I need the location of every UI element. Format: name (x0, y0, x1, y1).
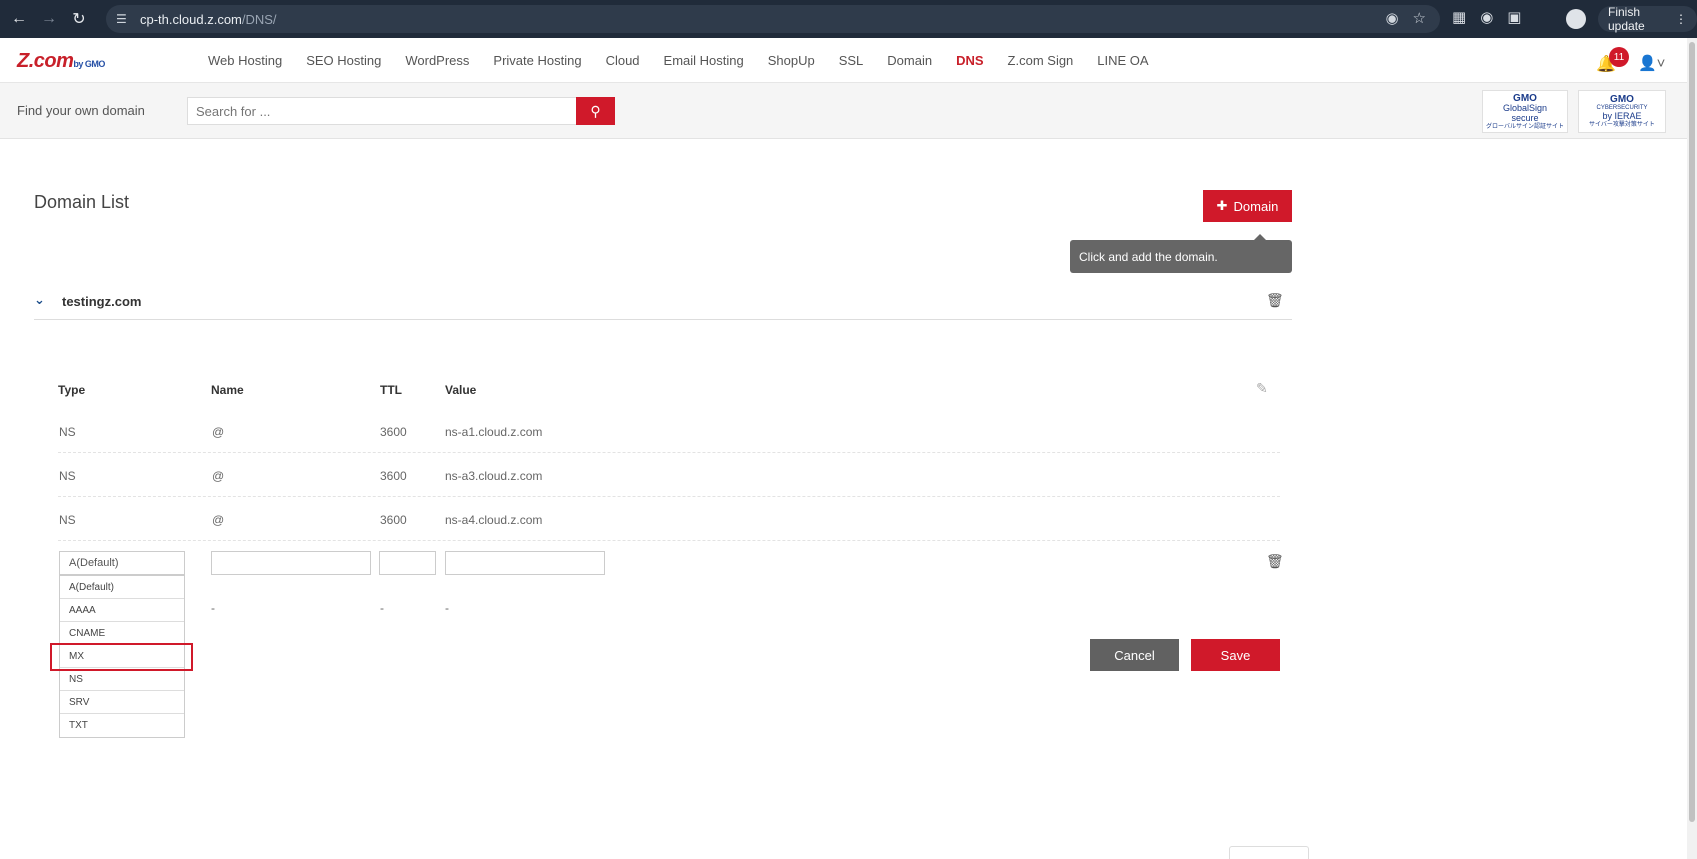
translate-icon[interactable]: ▦ (1452, 8, 1466, 26)
star-icon[interactable]: ☆ (1413, 9, 1426, 27)
col-name-header: Name (211, 383, 244, 397)
row-divider (58, 452, 1280, 453)
cell-value: ns-a1.cloud.z.com (445, 425, 543, 439)
placeholder-name: - (211, 601, 215, 615)
pencil-icon[interactable]: ✎ (1256, 380, 1268, 397)
plus-icon: ✚ (1216, 198, 1228, 213)
nav-private-hosting[interactable]: Private Hosting (493, 53, 581, 68)
row-divider (58, 496, 1280, 497)
page-title: Domain List (34, 192, 130, 212)
cell-name: @ (212, 513, 225, 527)
extension-icon[interactable]: ◉ (1480, 8, 1493, 26)
chevron-down-icon[interactable]: ⌄ (34, 292, 45, 308)
nav-wordpress[interactable]: WordPress (405, 53, 469, 68)
nav-line-oa[interactable]: LINE OA (1097, 53, 1148, 68)
trash-icon[interactable]: 🗑 (1266, 553, 1284, 570)
option-cname[interactable]: CNAME (60, 622, 184, 645)
add-domain-tooltip: Click and add the domain. (1070, 234, 1292, 273)
option-aaaa[interactable]: AAAA (60, 599, 184, 622)
nav-domain[interactable]: Domain (887, 53, 932, 68)
option-txt[interactable]: TXT (60, 714, 184, 737)
nav-ssl[interactable]: SSL (839, 53, 864, 68)
cell-name: @ (212, 469, 225, 483)
notification-badge: 11 (1609, 47, 1629, 67)
nav-shopup[interactable]: ShopUp (768, 53, 815, 68)
row-divider (58, 540, 1280, 541)
browser-toolbar: ← → ↻ ☰ cp-th.cloud.z.com/DNS/ ◉ ☆ ▦ ◉ ▣… (0, 0, 1697, 38)
ierae-seal[interactable]: GMO CYBERSECURITY by IERAE サイバー攻撃対策サイト (1578, 90, 1666, 133)
forward-icon[interactable]: → (38, 8, 60, 30)
eye-off-icon[interactable]: ◉ (1385, 9, 1398, 27)
cell-name: @ (212, 425, 225, 439)
save-button[interactable]: Save (1191, 639, 1280, 671)
mx-highlight-box (50, 643, 193, 671)
cell-value: ns-a4.cloud.z.com (445, 513, 543, 527)
domain-row[interactable]: ⌄ testingz.com 🗑 (34, 286, 1292, 320)
placeholder-value: - (445, 601, 449, 615)
puzzle-icon[interactable]: ▣ (1507, 8, 1521, 26)
cell-type: NS (59, 513, 76, 527)
nav-email-hosting[interactable]: Email Hosting (664, 53, 744, 68)
col-value-header: Value (445, 383, 477, 397)
domain-search-input[interactable] (187, 97, 577, 125)
option-a-default[interactable]: A(Default) (60, 576, 184, 599)
col-ttl-header: TTL (380, 383, 402, 397)
kebab-icon: ⋮ (1675, 12, 1687, 26)
url-text: cp-th.cloud.z.com/DNS/ (140, 11, 277, 27)
domain-name: testingz.com (62, 294, 142, 309)
placeholder-ttl: - (380, 601, 384, 615)
search-icon: ⚲ (590, 102, 601, 119)
tune-icon[interactable]: ☰ (116, 12, 132, 26)
record-name-input[interactable] (211, 551, 371, 575)
address-bar[interactable]: ☰ cp-th.cloud.z.com/DNS/ ◉ ☆ (106, 5, 1440, 33)
globalsign-seal[interactable]: GMO GlobalSign secure グローバルサイン認証サイト (1482, 90, 1568, 133)
zcom-logo[interactable]: Z.comby GMO (17, 50, 105, 73)
add-domain-button[interactable]: ✚ Domain (1203, 190, 1292, 222)
nav-web-hosting[interactable]: Web Hosting (208, 53, 282, 68)
record-type-select[interactable]: A(Default) (59, 551, 185, 575)
footer-button-partial[interactable] (1229, 846, 1309, 859)
cell-type: NS (59, 425, 76, 439)
nav-cloud[interactable]: Cloud (606, 53, 640, 68)
trash-icon[interactable]: 🗑 (1266, 292, 1284, 309)
finish-update-button[interactable]: Finish update ⋮ (1598, 5, 1697, 33)
option-ns[interactable]: NS (60, 668, 184, 691)
cell-value: ns-a3.cloud.z.com (445, 469, 543, 483)
cell-ttl: 3600 (380, 513, 407, 527)
option-srv[interactable]: SRV (60, 691, 184, 714)
profile-icon[interactable] (1566, 9, 1586, 29)
domain-search-bar: Find your own domain ⚲ GMOGlobalSignsecu… (0, 83, 1687, 139)
cancel-button[interactable]: Cancel (1090, 639, 1179, 671)
scrollbar-thumb[interactable] (1689, 42, 1695, 822)
col-type-header: Type (58, 383, 86, 397)
site-header: Z.comby GMO Web Hosting SEO Hosting Word… (0, 38, 1687, 83)
nav-zcom-sign[interactable]: Z.com Sign (1008, 53, 1074, 68)
record-value-input[interactable] (445, 551, 605, 575)
user-icon[interactable]: 👤˅ (1638, 54, 1665, 72)
cell-ttl: 3600 (380, 425, 407, 439)
nav-seo-hosting[interactable]: SEO Hosting (306, 53, 381, 68)
nav-dns[interactable]: DNS (956, 53, 983, 68)
search-label: Find your own domain (17, 103, 145, 118)
main-nav: Web Hosting SEO Hosting WordPress Privat… (208, 53, 1173, 68)
back-icon[interactable]: ← (8, 8, 30, 30)
page-scrollbar[interactable] (1687, 38, 1697, 859)
record-ttl-input[interactable] (379, 551, 436, 575)
cell-ttl: 3600 (380, 469, 407, 483)
search-button[interactable]: ⚲ (576, 97, 615, 125)
reload-icon[interactable]: ↻ (68, 8, 90, 30)
cell-type: NS (59, 469, 76, 483)
